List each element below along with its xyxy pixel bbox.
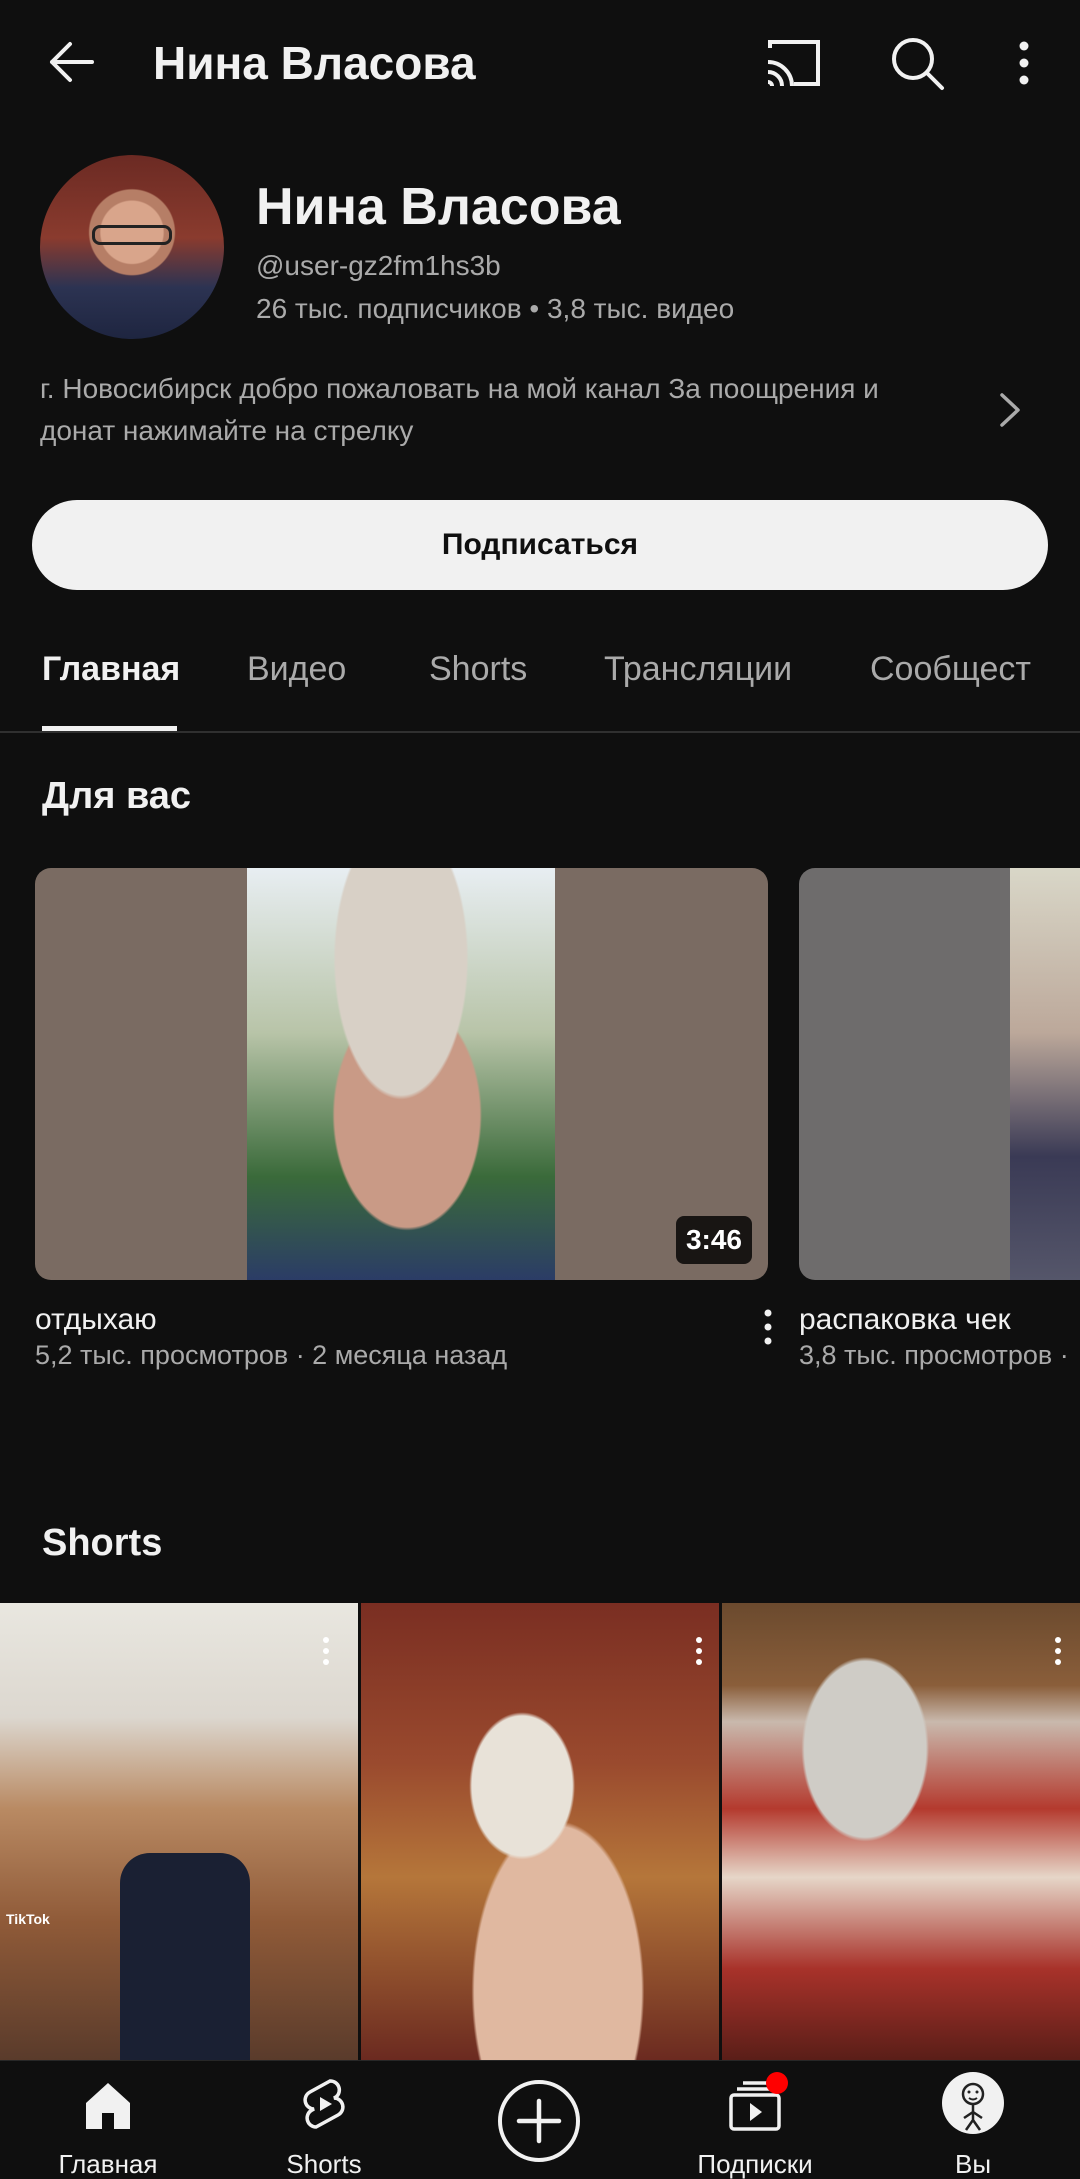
short-menu-button[interactable]	[1046, 1631, 1070, 1671]
channel-avatar[interactable]	[40, 155, 224, 339]
nav-label-you: Вы	[954, 2149, 992, 2179]
tab-home[interactable]: Главная	[42, 650, 180, 689]
short-menu-button[interactable]	[687, 1631, 711, 1671]
nav-label-subscriptions: Подписки	[697, 2149, 813, 2179]
channel-description[interactable]: г. Новосибирск добро пожаловать на мой к…	[40, 368, 940, 452]
short-thumbnail[interactable]	[722, 1603, 1080, 2060]
notification-dot	[766, 2072, 788, 2094]
you-avatar[interactable]	[942, 2072, 1004, 2134]
video-meta: 3,8 тыс. просмотров ·	[799, 1340, 1069, 1370]
video-title[interactable]: отдыхаю	[35, 1303, 157, 1337]
video-meta: 5,2 тыс. просмотров · 2 месяца назад	[35, 1340, 508, 1370]
video-thumbnail-frame	[1010, 868, 1080, 1280]
more-vert-icon	[764, 1309, 772, 1345]
more-vert-icon	[1055, 1637, 1061, 1665]
more-vert-icon	[696, 1637, 702, 1665]
nav-item-home[interactable]: Главная	[8, 2061, 208, 2179]
nav-label-shorts: Shorts	[286, 2149, 362, 2179]
short-thumbnail[interactable]: TikTok	[0, 1603, 358, 2060]
video-duration: 3:46	[675, 1216, 752, 1264]
create-icon	[498, 2080, 580, 2162]
channel-tabs: Главная Видео Shorts Трансляции Сообщест	[0, 630, 1080, 733]
tab-shorts[interactable]: Shorts	[429, 650, 527, 689]
tab-videos[interactable]: Видео	[247, 650, 346, 689]
channel-stats: 26 тыс. подписчиков • 3,8 тыс. видео	[256, 293, 735, 324]
arrow-back-icon	[50, 42, 94, 82]
search-icon	[892, 38, 944, 90]
home-icon	[86, 2083, 130, 2129]
avatar-glasses-detail	[92, 225, 172, 245]
channel-handle: @user-gz2fm1hs3b	[256, 250, 501, 281]
active-tab-indicator	[42, 726, 177, 731]
more-options-button[interactable]	[1004, 34, 1044, 92]
short-figure	[120, 1853, 250, 2060]
video-title[interactable]: распаковка чек	[799, 1303, 1011, 1337]
page-title: Нина Власова	[153, 37, 476, 89]
tab-community[interactable]: Сообщест	[870, 650, 1031, 689]
section-title-for-you: Для вас	[42, 775, 192, 817]
channel-name: Нина Власова	[256, 178, 621, 236]
cast-button[interactable]	[762, 36, 824, 90]
create-button[interactable]	[497, 2079, 581, 2163]
tiktok-watermark: TikTok	[6, 1911, 50, 1927]
nav-item-subscriptions[interactable]: Подписки	[655, 2061, 855, 2179]
video-thumbnail-frame	[247, 868, 555, 1280]
video-menu-button[interactable]	[753, 1302, 783, 1352]
user-avatar-icon	[961, 2082, 985, 2131]
tab-live[interactable]: Трансляции	[604, 650, 792, 689]
nav-item-shorts[interactable]: Shorts	[224, 2061, 424, 2179]
video-thumbnail[interactable]	[799, 868, 1080, 1280]
back-button[interactable]	[40, 30, 104, 94]
search-button[interactable]	[888, 34, 946, 92]
top-app-bar: Нина Власова	[0, 0, 1080, 130]
chevron-right-icon	[1000, 393, 1020, 427]
section-title-shorts: Shorts	[42, 1522, 163, 1564]
shorts-shelf: TikTok	[0, 1603, 1080, 2060]
short-menu-button[interactable]	[314, 1631, 338, 1671]
description-expand-button[interactable]	[990, 385, 1030, 435]
short-thumbnail[interactable]	[361, 1603, 719, 2060]
more-vert-icon	[323, 1637, 329, 1665]
shorts-icon	[303, 2079, 345, 2129]
nav-label-home: Главная	[58, 2149, 158, 2179]
cast-icon	[767, 40, 820, 87]
more-vert-icon	[1019, 41, 1029, 85]
video-thumbnail[interactable]: 3:46	[35, 868, 768, 1280]
subscribe-button[interactable]: Подписаться	[32, 500, 1048, 590]
